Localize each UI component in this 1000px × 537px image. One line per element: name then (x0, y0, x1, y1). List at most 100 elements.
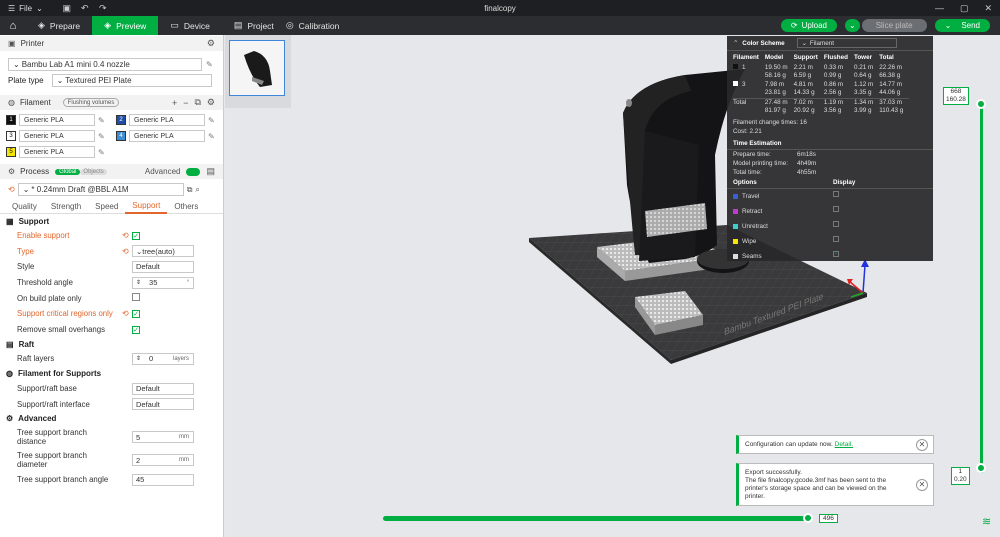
type-select[interactable]: ⌄ tree(auto) (132, 245, 194, 258)
filament-swatch[interactable]: 1 (6, 115, 16, 125)
advanced-switch[interactable] (186, 167, 201, 176)
branch-distance-input[interactable]: 5 mm (132, 431, 194, 444)
spin-icon: ⇕ (136, 280, 142, 287)
filament-swatch[interactable]: 5 (6, 147, 16, 157)
edit-icon[interactable]: ✎ (208, 116, 215, 125)
redo-icon[interactable]: ↷ (97, 2, 109, 14)
maximize-icon[interactable]: ▢ (960, 3, 969, 14)
usage-row: Total 27.48 m 81.97 g 7.02 m 20.92 g 1.19 m 3.… (733, 98, 910, 117)
plate-type-select[interactable]: ⌄ Textured PEI Plate (51, 74, 212, 87)
reset-icon[interactable]: ⟲ (122, 231, 129, 240)
reset-icon[interactable]: ⟲ (122, 247, 129, 256)
option-display-checkbox[interactable]: ✓ (833, 251, 839, 257)
option-display-checkbox[interactable] (833, 206, 839, 212)
filament-select[interactable]: Generic PLA (19, 114, 95, 126)
branch-diameter-input[interactable]: 2 mm (132, 454, 194, 467)
edit-icon[interactable]: ✎ (208, 132, 215, 141)
search-icon[interactable]: ⌕ (195, 185, 199, 195)
tab-project[interactable]: ▤ Project (222, 16, 286, 35)
close-icon[interactable]: ✕ (916, 478, 928, 491)
move-slider-track[interactable] (383, 516, 811, 521)
tab-preview[interactable]: ◈ Preview (92, 16, 159, 35)
color-scheme-select[interactable]: ⌄ Filament (796, 38, 897, 48)
printer-select[interactable]: ⌄ Bambu Lab A1 mini 0.4 nozzle (8, 58, 202, 71)
remove-small-overhangs-checkbox[interactable]: ✓ (132, 325, 140, 334)
home-icon[interactable]: ⌂ (0, 16, 26, 35)
save-preset-icon[interactable]: ⧉ (187, 185, 193, 195)
minimize-icon[interactable]: — (935, 3, 944, 13)
critical-regions-checkbox[interactable]: ✓ (132, 310, 140, 319)
sync-icon[interactable]: ⧉ (194, 97, 200, 108)
undo-icon[interactable]: ↶ (79, 2, 91, 14)
slice-plate-button[interactable]: Slice plate (861, 19, 927, 32)
option-display-checkbox[interactable] (833, 221, 839, 227)
layer-slider-top-handle[interactable] (976, 99, 986, 109)
close-icon[interactable]: ✕ (916, 438, 928, 451)
add-icon[interactable]: + (172, 98, 177, 108)
upload-button[interactable]: ⟳ Upload (780, 19, 837, 32)
collapse-icon[interactable]: ⌃ (733, 40, 738, 47)
objects-toggle[interactable]: Objects (80, 168, 107, 175)
layer-slider-track[interactable] (980, 105, 983, 473)
prepare-value: 6m18s (797, 151, 816, 158)
config-update-notification: Configuration can update now. Detail. ✕ (736, 435, 934, 454)
support-interface-select[interactable]: Default (132, 398, 194, 411)
move-slider-handle[interactable] (803, 513, 813, 523)
slice-dropdown-button[interactable]: ⌄ (844, 19, 860, 32)
flushing-volumes-button[interactable]: Flushing volumes (62, 98, 120, 107)
remove-icon[interactable]: − (183, 98, 188, 108)
support-base-select[interactable]: Default (132, 382, 194, 395)
tab-calibration[interactable]: ◎ Calibration (286, 16, 352, 35)
build-plate-only-checkbox[interactable] (132, 293, 140, 302)
compare-icon[interactable]: ▤ (206, 166, 215, 177)
enable-support-option: Enable support ⟲ ✓ (0, 228, 223, 244)
reset-icon[interactable]: ⟲ (8, 185, 15, 194)
option-display-checkbox[interactable] (833, 236, 839, 242)
file-menu[interactable]: ☰ File ⌄ (0, 4, 43, 13)
style-select[interactable]: Default (132, 260, 194, 273)
send-button[interactable]: ⌄ Send (934, 19, 990, 32)
filament-item: 2 Generic PLA ✎ (116, 114, 223, 126)
edit-icon[interactable]: ✎ (98, 148, 105, 157)
degree-unit: ° (186, 279, 189, 286)
filament-select[interactable]: Generic PLA (19, 146, 95, 158)
reset-icon[interactable]: ⟲ (122, 309, 129, 318)
edit-icon[interactable]: ✎ (98, 132, 105, 141)
chevron-down-icon: ⌄ (848, 21, 856, 30)
tab-support[interactable]: Support (125, 199, 168, 214)
3d-viewport[interactable]: Bambu Textured PEI Plate ⌃ Color Scheme … (225, 35, 1000, 537)
tab-others[interactable]: Others (167, 199, 205, 214)
tab-speed[interactable]: Speed (88, 199, 125, 214)
threshold-angle-input[interactable]: ⇕ 35 ° (132, 276, 194, 289)
model-print-label: Model printing time: (733, 160, 788, 167)
option-display-checkbox[interactable] (833, 191, 839, 197)
option-color-swatch (733, 224, 738, 229)
tab-strength[interactable]: Strength (44, 199, 88, 214)
branch-angle-input[interactable]: 45 (132, 473, 194, 486)
filament-select[interactable]: Generic PLA (129, 114, 205, 126)
tab-device[interactable]: ▭ Device (158, 16, 222, 35)
raft-layers-input[interactable]: ⇕ 0 layers (132, 352, 194, 365)
layer-slider-bottom-handle[interactable] (976, 463, 986, 473)
filament-swatch[interactable]: 3 (6, 131, 16, 141)
filament-swatch[interactable]: 2 (116, 115, 126, 125)
global-toggle[interactable]: Global (55, 168, 81, 175)
tab-prepare[interactable]: ◈ Prepare (26, 16, 92, 35)
close-icon[interactable]: ✕ (984, 3, 992, 14)
filament-change-label: Filament change times: (733, 119, 799, 126)
gear-icon[interactable]: ⚙ (207, 97, 215, 108)
process-preset-select[interactable]: ⌄ * 0.24mm Draft @BBL A1M (17, 183, 184, 196)
layers-icon[interactable]: ≋ (982, 515, 994, 528)
edit-icon[interactable]: ✎ (98, 116, 105, 125)
support-interface-value: Default (136, 399, 160, 409)
option-color-swatch (733, 209, 738, 214)
gear-icon[interactable]: ⚙ (207, 38, 215, 49)
tab-quality[interactable]: Quality (5, 199, 44, 214)
edit-icon[interactable]: ✎ (206, 60, 213, 69)
enable-support-checkbox[interactable]: ✓ (132, 232, 140, 241)
filament-swatch[interactable]: 4 (116, 131, 126, 141)
detail-link[interactable]: Detail. (835, 441, 853, 448)
filament-select[interactable]: Generic PLA (19, 130, 95, 142)
save-icon[interactable]: ▣ (61, 2, 73, 14)
filament-select[interactable]: Generic PLA (129, 130, 205, 142)
